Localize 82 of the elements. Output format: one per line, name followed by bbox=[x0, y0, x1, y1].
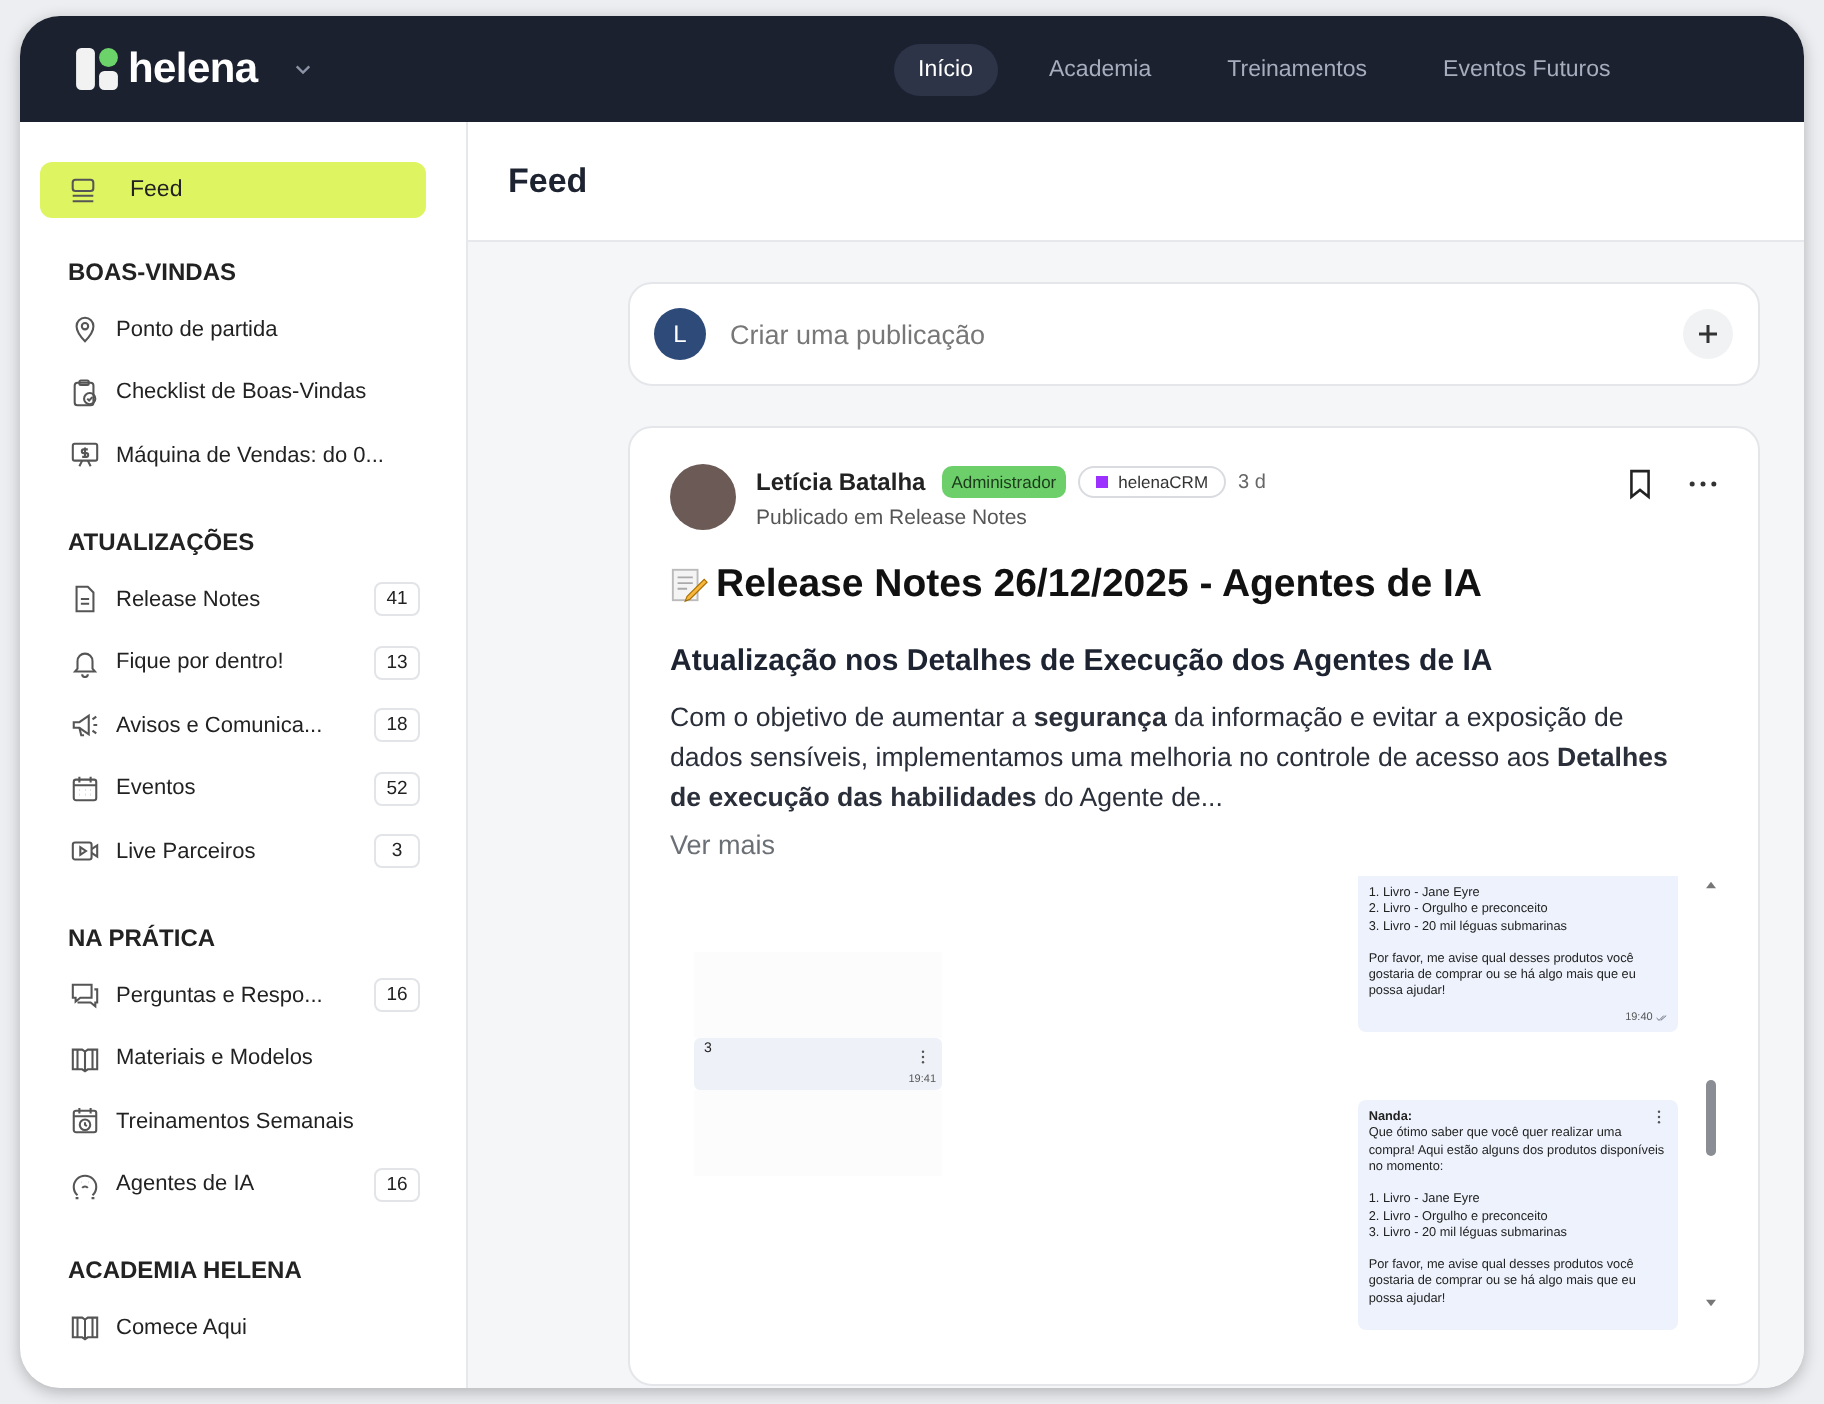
sidebar-item[interactable]: Agentes de IA 16 bbox=[40, 1153, 420, 1217]
bell-icon bbox=[70, 647, 100, 678]
memo-pencil-icon bbox=[670, 566, 708, 604]
map-pin-icon bbox=[70, 314, 100, 345]
more-options-icon[interactable] bbox=[1688, 480, 1718, 488]
see-more-link[interactable]: Ver mais bbox=[670, 830, 776, 860]
kebab-icon bbox=[1656, 1110, 1663, 1125]
role-badge: Administrador bbox=[941, 466, 1067, 498]
nav-tab[interactable]: Academia bbox=[1025, 43, 1176, 95]
kebab-icon bbox=[920, 1050, 926, 1064]
post-subtitle: Atualização nos Detalhes de Execução dos Agentes de IA bbox=[670, 644, 1495, 678]
post-age: 3 d bbox=[1238, 471, 1266, 493]
count-badge: 52 bbox=[374, 771, 420, 806]
sidebar-item-label: Eventos bbox=[116, 776, 198, 801]
count-badge: 3 bbox=[374, 834, 420, 869]
document-icon bbox=[70, 584, 100, 615]
sidebar-item[interactable]: Avisos e Comunica... 18 bbox=[40, 693, 420, 758]
sidebar-item-label: Ponto de partida bbox=[116, 317, 280, 342]
section-heading: ACADEMIA HELENA bbox=[66, 1256, 304, 1285]
create-post-field[interactable]: L Criar uma publicação bbox=[628, 282, 1760, 386]
feed-list-icon bbox=[68, 175, 98, 205]
sidebar-item-label: Materiais e Modelos bbox=[116, 1046, 315, 1071]
sidebar-item[interactable]: Comece Aqui bbox=[40, 1296, 420, 1360]
scrollbar[interactable] bbox=[1702, 876, 1718, 1312]
clipboard-check-icon bbox=[70, 377, 100, 408]
chat-bubbles-icon bbox=[70, 980, 100, 1011]
double-check-icon bbox=[1656, 1013, 1669, 1022]
page-title: Feed bbox=[508, 161, 588, 201]
sidebar-item-label: Avisos e Comunica... bbox=[116, 713, 325, 738]
nav-tab[interactable]: Treinamentos bbox=[1203, 43, 1392, 95]
plus-button-icon[interactable] bbox=[1682, 308, 1734, 360]
sidebar-item[interactable]: Checklist de Boas-Vindas bbox=[40, 361, 420, 425]
money-screen-icon bbox=[70, 440, 100, 471]
composer-placeholder: Criar uma publicação bbox=[730, 319, 988, 349]
section-heading: BOAS-VINDAS bbox=[66, 258, 239, 286]
sidebar-item-label: Checklist de Boas-Vindas bbox=[116, 380, 369, 405]
published-in: Publicado em Release Notes bbox=[756, 506, 1029, 530]
sidebar-item-label: Live Parceiros bbox=[116, 839, 258, 864]
user-avatar: L bbox=[654, 308, 706, 360]
sidebar-item-label: Release Notes bbox=[116, 587, 263, 612]
book-icon bbox=[70, 1312, 100, 1343]
sidebar-item[interactable]: Perguntas e Respo... 16 bbox=[40, 963, 420, 1027]
author-avatar bbox=[670, 464, 736, 530]
author-name[interactable]: Letícia Batalha bbox=[756, 468, 926, 496]
sidebar-item-label: Máquina de Vendas: do 0... bbox=[116, 443, 386, 468]
count-badge: 13 bbox=[374, 645, 420, 680]
robot-head-icon bbox=[70, 1169, 100, 1200]
feed-nav-item[interactable]: Feed bbox=[40, 162, 426, 218]
section-heading: ATUALIZAÇÕES bbox=[66, 527, 257, 556]
megaphone-icon bbox=[70, 710, 100, 741]
scroll-up-arrow-icon[interactable] bbox=[1703, 880, 1718, 890]
sidebar-item[interactable]: Release Notes 41 bbox=[40, 567, 420, 631]
nav-tab[interactable]: Eventos Futuros bbox=[1419, 43, 1635, 95]
book-icon bbox=[70, 1043, 100, 1074]
sidebar-item[interactable]: Fique por dentro! 13 bbox=[40, 630, 420, 694]
count-badge: 16 bbox=[374, 1167, 420, 1202]
count-badge: 16 bbox=[374, 978, 420, 1013]
sidebar-item[interactable]: Live Parceiros 3 bbox=[40, 820, 420, 884]
sidebar-item-label: Perguntas e Respo... bbox=[116, 983, 325, 1008]
scroll-down-arrow-icon[interactable] bbox=[1703, 1298, 1718, 1308]
sidebar-item-label: Treinamentos Semanais bbox=[116, 1109, 356, 1134]
calendar-clock-icon bbox=[70, 1106, 100, 1137]
section-heading: NA PRÁTICA bbox=[66, 923, 218, 952]
sidebar-item-label: Agentes de IA bbox=[116, 1172, 257, 1197]
nav-tab[interactable]: Início bbox=[894, 43, 997, 95]
sidebar-item[interactable]: Treinamentos Semanais bbox=[40, 1089, 420, 1154]
sidebar-item[interactable]: Máquina de Vendas: do 0... bbox=[40, 424, 420, 488]
count-badge: 41 bbox=[374, 582, 420, 617]
post-body-text: Com o objetivo de aumentar a segurança da informação e evitar a exposição de dados sensíveis, implementamos uma melhoria no controle de acesso aos Detalhes de execução das habilidades do Agente de... bbox=[670, 700, 1670, 816]
calendar-icon bbox=[70, 773, 100, 804]
sidebar-item[interactable]: Ponto de partida bbox=[40, 298, 420, 362]
count-badge: 18 bbox=[374, 708, 420, 743]
tag-chip[interactable]: helenaCRM bbox=[1078, 466, 1227, 498]
sidebar-item[interactable]: Materiais e Modelos bbox=[40, 1026, 420, 1090]
sidebar-item[interactable]: Eventos 52 bbox=[40, 757, 420, 821]
bookmark-icon[interactable] bbox=[1628, 468, 1652, 500]
post-title: Release Notes 26/12/2025 - Agentes de IA bbox=[716, 562, 1482, 608]
brand-name[interactable]: helena bbox=[128, 45, 258, 93]
sidebar-item-label: Comece Aqui bbox=[116, 1315, 249, 1340]
sidebar-item-label: Fique por dentro! bbox=[116, 650, 286, 675]
helena-logo-icon[interactable] bbox=[74, 46, 120, 92]
chevron-down-icon[interactable] bbox=[293, 63, 312, 75]
